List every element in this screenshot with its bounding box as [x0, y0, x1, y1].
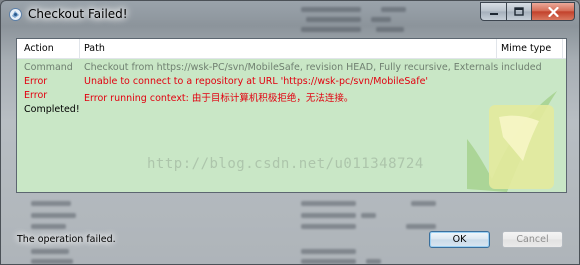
blog-watermark: http://blog.csdn.net/u011348724 — [147, 156, 424, 172]
maximize-button[interactable] — [506, 2, 531, 21]
cancel-button[interactable]: Cancel — [502, 231, 563, 248]
row-action: Error — [24, 76, 48, 87]
row-path: Error running context: 由于目标计算机积极拒绝，无法连接。 — [84, 93, 354, 104]
maximize-icon — [514, 7, 524, 16]
ok-button[interactable]: OK — [429, 231, 490, 248]
column-divider[interactable] — [79, 39, 80, 59]
status-message: The operation failed. — [17, 234, 116, 245]
row-path: Unable to connect to a repository at URL… — [84, 76, 429, 87]
table-row[interactable]: Error Unable to connect to a repository … — [17, 75, 566, 89]
minimize-icon — [489, 12, 498, 15]
column-header-action[interactable]: Action — [24, 43, 54, 54]
results-list[interactable]: Action Path Mime type http://blog.csdn.n… — [16, 38, 567, 193]
minimize-button[interactable] — [480, 2, 506, 21]
row-action: Command — [24, 62, 73, 73]
column-divider[interactable] — [496, 39, 497, 59]
close-button[interactable] — [531, 2, 575, 21]
column-header-mime-type[interactable]: Mime type — [501, 43, 551, 54]
row-path: Checkout from https://wsk-PC/svn/MobileS… — [84, 62, 542, 73]
table-row[interactable]: Error Error running context: 由于目标计算机积极拒绝… — [17, 89, 566, 104]
close-icon — [547, 6, 559, 17]
caption-buttons — [480, 2, 575, 21]
table-row[interactable]: Command Checkout from https://wsk-PC/svn… — [17, 61, 566, 75]
list-header: Action Path Mime type — [17, 39, 566, 59]
tortoisesvn-icon — [9, 8, 22, 21]
row-action: Error — [24, 90, 48, 101]
list-body: http://blog.csdn.net/u011348724 Command … — [17, 59, 566, 192]
window-title: Checkout Failed! — [28, 7, 128, 21]
column-divider[interactable] — [562, 39, 563, 59]
column-header-path[interactable]: Path — [84, 43, 105, 54]
checkout-failed-dialog: Checkout Failed! Action Path Mime type h… — [0, 0, 580, 265]
title-bar: Checkout Failed! — [1, 1, 579, 29]
table-row[interactable]: Completed! — [17, 103, 566, 117]
row-action: Completed! — [24, 104, 80, 115]
